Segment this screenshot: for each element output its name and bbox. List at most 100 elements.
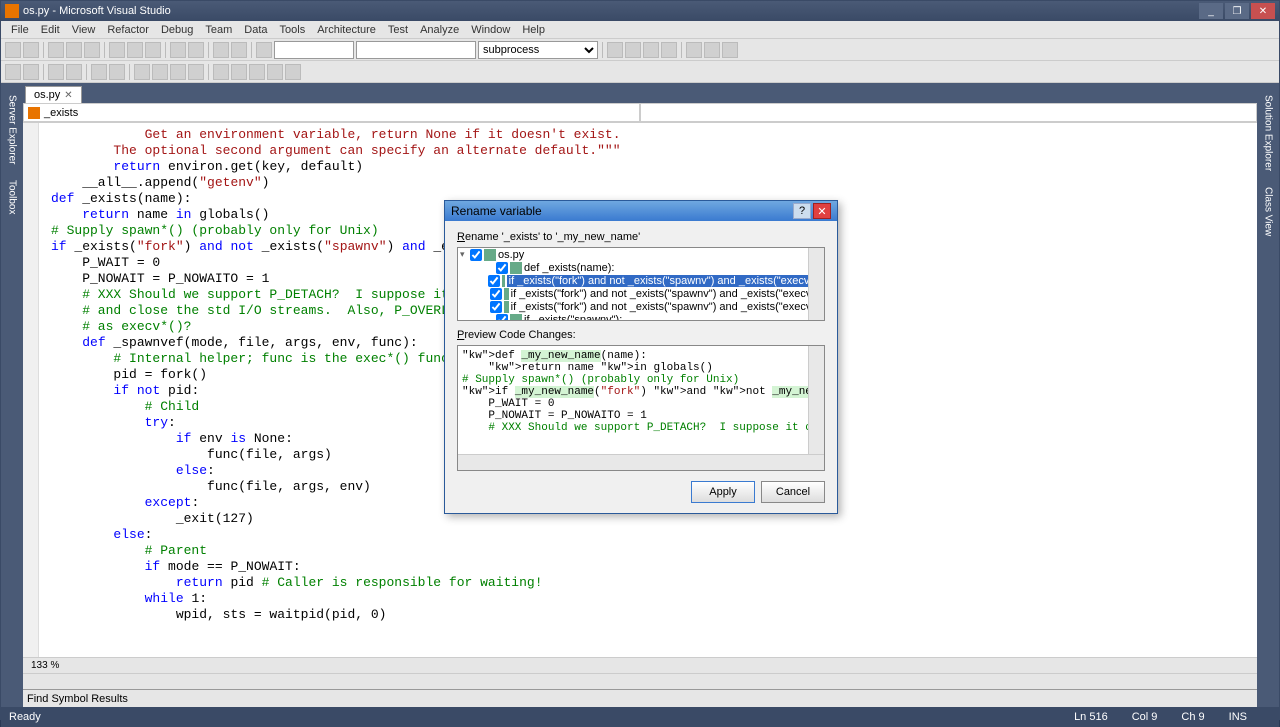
code-icon	[504, 301, 509, 313]
menu-team[interactable]: Team	[199, 24, 238, 36]
misc-4-button[interactable]	[267, 64, 283, 80]
add-item-button[interactable]	[23, 42, 39, 58]
scope-label: _exists	[44, 107, 78, 119]
dialog-close-button[interactable]: ✕	[813, 203, 831, 219]
gutter	[23, 123, 39, 657]
comment-button[interactable]	[625, 42, 641, 58]
new-project-button[interactable]	[5, 42, 21, 58]
member-dropdown[interactable]	[640, 103, 1257, 122]
find-symbol-results-tab[interactable]: Find Symbol Results	[27, 693, 128, 705]
menu-help[interactable]: Help	[516, 24, 551, 36]
menu-architecture[interactable]: Architecture	[311, 24, 382, 36]
uncomment-button[interactable]	[643, 42, 659, 58]
code-icon	[510, 314, 522, 322]
tree-item[interactable]: def _exists(name):	[458, 261, 824, 274]
indent-button[interactable]	[48, 64, 64, 80]
comment-line-button[interactable]	[91, 64, 107, 80]
code-icon	[510, 262, 522, 274]
dialog-titlebar[interactable]: Rename variable ? ✕	[445, 201, 837, 221]
tree-item-checkbox[interactable]	[496, 262, 508, 274]
tree-item[interactable]: if _exists("fork") and not _exists("spaw…	[458, 274, 824, 287]
menu-file[interactable]: File	[5, 24, 35, 36]
menu-data[interactable]: Data	[238, 24, 273, 36]
maximize-button[interactable]: ❐	[1225, 3, 1249, 19]
menu-tools[interactable]: Tools	[274, 24, 312, 36]
occurrences-tree[interactable]: ▾ os.py def _exists(name):if _exists("fo…	[457, 247, 825, 321]
scope-dropdown[interactable]: _exists	[23, 103, 640, 122]
close-button[interactable]: ✕	[1251, 3, 1275, 19]
outdent-button[interactable]	[66, 64, 82, 80]
uncomment-line-button[interactable]	[109, 64, 125, 80]
cancel-button[interactable]: Cancel	[761, 481, 825, 503]
nav-fwd-button[interactable]	[231, 42, 247, 58]
tree-item-checkbox[interactable]	[490, 288, 502, 300]
misc-1-button[interactable]	[213, 64, 229, 80]
misc-5-button[interactable]	[285, 64, 301, 80]
startup-dropdown[interactable]: subprocess	[478, 41, 598, 59]
preview-box[interactable]: "kw">def _my_new_name(name): "kw">return…	[457, 345, 825, 471]
clear-bookmarks-button[interactable]	[188, 64, 204, 80]
dialog-help-button[interactable]: ?	[793, 203, 811, 219]
menu-refactor[interactable]: Refactor	[101, 24, 155, 36]
paste-button[interactable]	[145, 42, 161, 58]
toolbox-tab[interactable]: Toolbox	[5, 172, 20, 222]
tab-button[interactable]	[5, 64, 21, 80]
tool-b-button[interactable]	[686, 42, 702, 58]
rename-dialog: Rename variable ? ✕ Rename '_exists' to …	[444, 200, 838, 514]
tree-item-checkbox[interactable]	[496, 314, 508, 322]
toolbar-main: subprocess	[1, 39, 1279, 61]
tree-item[interactable]: if _exists("fork") and not _exists("spaw…	[458, 300, 824, 313]
tree-root[interactable]: ▾ os.py	[458, 248, 824, 261]
apply-button[interactable]: Apply	[691, 481, 755, 503]
platform-dropdown[interactable]	[356, 41, 476, 59]
preview-hscroll[interactable]	[458, 454, 824, 470]
horizontal-scrollbar[interactable]	[23, 673, 1257, 689]
solution-explorer-tab[interactable]: Solution Explorer	[1261, 87, 1276, 179]
zoom-level[interactable]: 133 %	[31, 660, 59, 671]
tree-item[interactable]: if _exists("spawnv"):	[458, 313, 824, 321]
menu-window[interactable]: Window	[465, 24, 516, 36]
tree-item-checkbox[interactable]	[490, 301, 502, 313]
menu-view[interactable]: View	[66, 24, 102, 36]
menu-debug[interactable]: Debug	[155, 24, 199, 36]
save-all-button[interactable]	[84, 42, 100, 58]
open-button[interactable]	[48, 42, 64, 58]
menu-edit[interactable]: Edit	[35, 24, 66, 36]
tree-item-checkbox[interactable]	[488, 275, 500, 287]
tree-item[interactable]: if _exists("fork") and not _exists("spaw…	[458, 287, 824, 300]
tool-d-button[interactable]	[722, 42, 738, 58]
tool-a-button[interactable]	[661, 42, 677, 58]
close-tab-icon[interactable]: ✕	[64, 90, 72, 101]
tree-scrollbar[interactable]	[808, 248, 824, 320]
nav-bar: _exists	[23, 103, 1257, 123]
prev-bookmark-button[interactable]	[152, 64, 168, 80]
preview-vscroll[interactable]	[808, 346, 824, 454]
bottom-panel[interactable]: Find Symbol Results	[23, 689, 1257, 707]
cut-button[interactable]	[109, 42, 125, 58]
menu-analyze[interactable]: Analyze	[414, 24, 465, 36]
config-dropdown-1[interactable]	[274, 41, 354, 59]
menu-test[interactable]: Test	[382, 24, 414, 36]
save-button[interactable]	[66, 42, 82, 58]
code-icon	[504, 288, 509, 300]
class-view-tab[interactable]: Class View	[1261, 179, 1276, 244]
word-wrap-button[interactable]	[23, 64, 39, 80]
misc-3-button[interactable]	[249, 64, 265, 80]
redo-button[interactable]	[188, 42, 204, 58]
window-controls: _ ❐ ✕	[1199, 3, 1275, 19]
right-side-panel: Solution Explorer Class View	[1257, 83, 1279, 707]
copy-button[interactable]	[127, 42, 143, 58]
misc-2-button[interactable]	[231, 64, 247, 80]
next-bookmark-button[interactable]	[170, 64, 186, 80]
find-button[interactable]	[607, 42, 623, 58]
nav-back-button[interactable]	[213, 42, 229, 58]
minimize-button[interactable]: _	[1199, 3, 1223, 19]
bookmark-button[interactable]	[134, 64, 150, 80]
file-tab-ospy[interactable]: os.py ✕	[25, 86, 82, 103]
start-debug-button[interactable]	[256, 42, 272, 58]
menubar: FileEditViewRefactorDebugTeamDataToolsAr…	[1, 21, 1279, 39]
undo-button[interactable]	[170, 42, 186, 58]
tree-root-checkbox[interactable]	[470, 249, 482, 261]
tool-c-button[interactable]	[704, 42, 720, 58]
server-explorer-tab[interactable]: Server Explorer	[5, 87, 20, 172]
